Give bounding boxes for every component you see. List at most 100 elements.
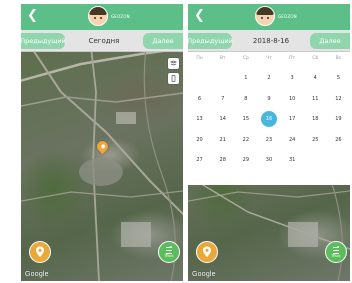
day-cell[interactable]: 27	[188, 150, 211, 171]
weekday-label: Вс	[335, 55, 342, 61]
day-cell[interactable]: 10	[281, 89, 304, 110]
previous-button[interactable]: Предыдущий	[188, 33, 233, 49]
google-attribution: Google	[192, 271, 216, 278]
next-button[interactable]: Далее	[143, 33, 183, 49]
day-number: 29	[242, 157, 250, 164]
day-number: 30	[265, 157, 273, 164]
day-cell[interactable]: 9	[257, 89, 280, 110]
date-label[interactable]: 2018-8-16	[232, 37, 310, 45]
day-number: 3	[290, 75, 294, 82]
day-cell[interactable]: 1	[234, 68, 257, 89]
day-cell[interactable]: 7	[211, 89, 234, 110]
day-number: 4	[313, 75, 317, 82]
day-number: 14	[219, 116, 226, 123]
day-cell[interactable]: 15	[234, 109, 257, 130]
day-number: 12	[335, 95, 342, 102]
day-cell[interactable]: 12	[327, 89, 350, 110]
previous-button[interactable]: Предыдущий	[21, 33, 66, 49]
username: GEOZON	[278, 14, 297, 19]
day-cell[interactable]: 21	[211, 130, 234, 151]
map-layers-icon[interactable]	[168, 58, 179, 69]
day-number: 28	[219, 157, 226, 164]
day-cell[interactable]: 18	[304, 109, 327, 130]
day-cell[interactable]: 26	[327, 130, 350, 151]
weekday-label: Пн	[196, 55, 203, 61]
track-label: Track	[331, 254, 341, 258]
day-number: 13	[196, 116, 203, 123]
selected-day-cell[interactable]: 16	[257, 109, 280, 130]
day-cell[interactable]: 13	[188, 109, 211, 130]
day-number: 20	[196, 136, 203, 143]
day-number: 23	[265, 136, 273, 143]
location-button[interactable]	[196, 241, 218, 263]
calendar-picker: Пн Вт Ср Чт Пт Сб Вс 1 2 3 4 5 6 7 8 9 10 11 12 13 14 15 16 17…	[188, 52, 350, 185]
day-number: 2	[267, 75, 271, 82]
day-cell[interactable]: 14	[211, 109, 234, 130]
day-cell[interactable]: 28	[211, 150, 234, 171]
map-pin-icon	[36, 246, 44, 257]
back-arrow-icon[interactable]: ❮	[27, 9, 38, 23]
header-bar: ❮ GEOZON	[188, 4, 350, 30]
day-number: 6	[197, 95, 202, 102]
empty-day-cell	[188, 68, 211, 89]
weekday-label: Ср	[242, 55, 249, 61]
day-number: 21	[219, 136, 226, 143]
username: GEOZON	[111, 14, 130, 19]
day-cell[interactable]: 11	[304, 89, 327, 110]
day-cell[interactable]: 23	[257, 130, 280, 151]
day-number: 9	[267, 95, 271, 102]
day-number: 5	[336, 75, 340, 82]
day-number: 10	[288, 95, 296, 102]
track-button[interactable]: Track	[158, 241, 180, 263]
day-cell[interactable]: 24	[281, 130, 304, 151]
day-cell[interactable]: 6	[188, 89, 211, 110]
day-grid: 1 2 3 4 5 6 7 8 9 10 11 12 13 14 15 16 17 18 19 20 21 22 23 24 2…	[188, 64, 350, 171]
weekday-header: Пн Вт Ср Чт Пт Сб Вс	[188, 52, 350, 64]
day-number: 1	[244, 75, 248, 82]
day-number: 31	[288, 157, 296, 164]
google-attribution: Google	[25, 271, 49, 278]
day-cell[interactable]: 17	[281, 109, 304, 130]
weekday-label: Вт	[219, 55, 226, 61]
day-number: 19	[335, 116, 342, 123]
location-button[interactable]	[29, 241, 51, 263]
day-number: 22	[242, 136, 250, 143]
avatar[interactable]	[255, 6, 275, 26]
date-nav-bar: Предыдущий 2018-8-16 Далее	[188, 30, 350, 52]
track-button[interactable]: Track	[325, 241, 347, 263]
day-cell[interactable]: 5	[327, 68, 350, 89]
day-number: 15	[242, 116, 250, 123]
calendar-screen: ❮ GEOZON Предыдущий 2018-8-16 Далее Trac…	[188, 4, 350, 281]
day-cell[interactable]: 3	[281, 68, 304, 89]
day-number: 16	[260, 111, 277, 128]
day-number: 17	[288, 116, 296, 123]
day-cell[interactable]: 19	[327, 109, 350, 130]
day-cell[interactable]: 22	[234, 130, 257, 151]
back-arrow-icon[interactable]: ❮	[194, 9, 205, 23]
day-cell[interactable]: 25	[304, 130, 327, 151]
day-cell[interactable]: 30	[257, 150, 280, 171]
satellite-map[interactable]: Track Google	[21, 52, 183, 281]
day-number: 11	[312, 95, 319, 102]
day-cell[interactable]: 20	[188, 130, 211, 151]
avatar[interactable]	[88, 6, 108, 26]
date-label[interactable]: Сегодня	[65, 37, 143, 45]
day-cell[interactable]: 31	[281, 150, 304, 171]
day-cell[interactable]: 4	[304, 68, 327, 89]
day-cell[interactable]: 29	[234, 150, 257, 171]
day-number: 25	[312, 136, 319, 143]
next-button[interactable]: Далее	[310, 33, 350, 49]
day-cell[interactable]: 2	[257, 68, 280, 89]
track-label: Track	[164, 254, 174, 258]
day-number: 27	[196, 157, 203, 164]
day-number: 24	[288, 136, 296, 143]
date-nav-bar: Предыдущий Сегодня Далее	[21, 30, 183, 52]
weekday-label: Сб	[312, 55, 319, 61]
map-pin-icon	[203, 246, 211, 257]
day-cell[interactable]: 8	[234, 89, 257, 110]
map-screen: ❮ GEOZON Предыдущий Сегодня Далее Track …	[21, 4, 183, 281]
header-bar: ❮ GEOZON	[21, 4, 183, 30]
day-number: 7	[221, 95, 225, 102]
day-number: 8	[244, 95, 248, 102]
phone-icon[interactable]	[168, 73, 179, 84]
